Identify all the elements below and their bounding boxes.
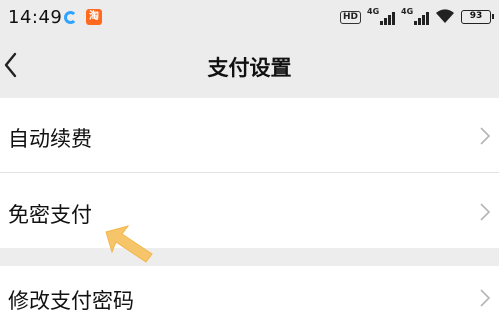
status-time: 14:49 xyxy=(8,7,63,28)
network-type-label-2: 4G xyxy=(401,7,414,16)
settings-item-label: 修改支付密码 xyxy=(8,289,134,313)
status-bar: 14:49 淘 HD 4G 4G 93 xyxy=(0,0,499,34)
chevron-right-icon xyxy=(480,289,491,307)
network-type-label-1: 4G xyxy=(367,7,380,16)
settings-item-change-payment-password[interactable]: 修改支付密码 xyxy=(0,266,499,333)
chevron-right-icon xyxy=(480,127,491,145)
signal-icon-sim2: 4G xyxy=(401,7,429,25)
settings-item-password-free-payment[interactable]: 免密支付 xyxy=(0,173,499,248)
hd-badge: HD xyxy=(339,10,361,24)
wifi-icon xyxy=(436,9,454,23)
signal-icon-sim1: 4G xyxy=(367,7,395,25)
chevron-right-icon xyxy=(480,203,491,221)
settings-item-label: 免密支付 xyxy=(8,203,92,227)
navigation-bar: 支付设置 xyxy=(0,34,499,96)
battery-indicator: 93 xyxy=(461,10,494,24)
page-title: 支付设置 xyxy=(207,56,292,80)
taobao-app-icon: 淘 xyxy=(86,9,102,25)
pointer-arrow-icon xyxy=(105,225,153,263)
browser-app-icon xyxy=(64,11,77,24)
phone-screen: 14:49 淘 HD 4G 4G 93 支付设置 自动续费 免密支付 修改支付密… xyxy=(0,0,499,333)
settings-item-label: 自动续费 xyxy=(8,127,92,151)
settings-item-auto-renew[interactable]: 自动续费 xyxy=(0,98,499,172)
status-indicators: HD 4G 4G 93 xyxy=(339,7,494,26)
